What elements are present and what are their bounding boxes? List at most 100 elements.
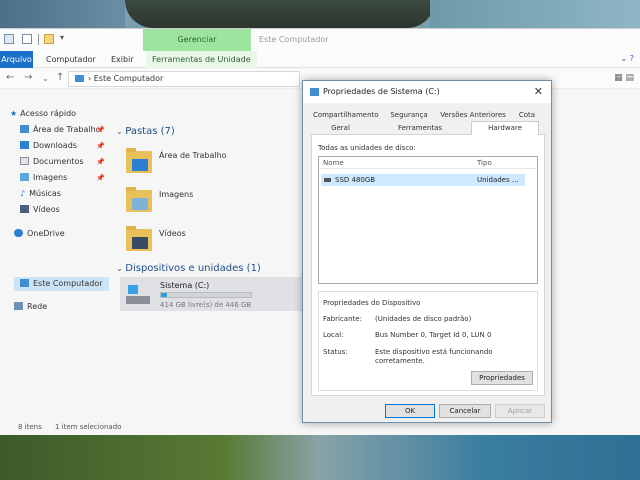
folder-videos-icon[interactable] <box>126 226 152 251</box>
navigation-pane: ★ Acesso rápido Área de Trabalho 📌 Downloa… <box>0 90 112 420</box>
drive-usage-bar <box>160 292 252 298</box>
tab-sharing[interactable]: Compartilhamento <box>313 109 379 122</box>
sidebar-item-label: Rede <box>27 302 48 311</box>
devices-group-header[interactable]: ⌄ Dispositivos e unidades (1) <box>116 263 261 274</box>
drive-usage-fill <box>161 293 168 297</box>
sidebar-item-downloads[interactable]: Downloads 📌 <box>20 139 105 153</box>
manufacturer-value: (Unidades de disco padrão) <box>375 315 472 323</box>
list-item[interactable]: SSD 480GB Unidades ... <box>321 174 525 186</box>
windows-drive-icon <box>126 283 152 305</box>
sidebar-item-documents[interactable]: Documentos 📌 <box>20 155 105 169</box>
document-icon <box>20 157 29 165</box>
folder-tab <box>126 226 136 230</box>
devices-header-label: Dispositivos e unidades (1) <box>125 263 261 274</box>
help-icon[interactable]: ? <box>630 54 634 63</box>
explorer-app-icon[interactable] <box>4 34 14 44</box>
folder-label-videos[interactable]: Vídeos <box>159 229 186 238</box>
sidebar-item-onedrive[interactable]: OneDrive <box>14 227 65 241</box>
sidebar-item-label: Imagens <box>33 173 68 182</box>
list-item-type: Unidades ... <box>477 176 519 184</box>
picture-icon <box>20 173 29 181</box>
tab-security[interactable]: Segurança <box>387 109 431 122</box>
sidebar-item-label: Área de Trabalho <box>33 125 101 134</box>
close-icon[interactable]: ✕ <box>534 81 543 103</box>
folders-group-header[interactable]: ⌄ Pastas (7) <box>116 126 175 137</box>
content-pane: ⌄ Pastas (7) Área de Trabalho Imagens Ví… <box>112 90 302 420</box>
sidebar-item-label: Músicas <box>29 189 61 198</box>
properties-button[interactable]: Propriedades <box>471 371 533 385</box>
folder-tab <box>126 187 136 191</box>
sidebar-item-videos[interactable]: Vídeos <box>20 203 60 217</box>
recent-locations-chevron-icon[interactable]: ⌄ <box>42 74 49 83</box>
sidebar-item-label: Documentos <box>33 157 84 166</box>
back-arrow-icon[interactable]: ← <box>6 72 14 83</box>
column-type[interactable]: Tipo <box>477 159 492 167</box>
hardware-panel: Todas as unidades de disco: Nome Tipo SS… <box>311 134 545 396</box>
sidebar-item-desktop[interactable]: Área de Trabalho 📌 <box>20 123 105 137</box>
ribbon-expand-chevron-icon[interactable]: ⌄ ? <box>621 54 635 63</box>
video-icon <box>20 205 29 213</box>
collapse-chevron-icon: ⌄ <box>116 127 126 136</box>
pin-icon: 📌 <box>96 126 105 134</box>
drive-tile-c[interactable]: Sistema (C:) 414 GB livre(s) de 446 GB <box>120 277 302 311</box>
folder-tab <box>126 148 136 152</box>
ok-button[interactable]: OK <box>385 404 435 418</box>
toolbar-separator <box>38 34 39 45</box>
sidebar-item-network[interactable]: Rede <box>14 300 47 314</box>
grid-view-icon[interactable]: ▦ <box>614 73 623 83</box>
status-item-count: 8 itens <box>18 423 42 431</box>
star-icon: ★ <box>10 109 18 118</box>
desktop-background-right <box>430 0 640 28</box>
sidebar-item-label: Este Computador <box>33 279 103 288</box>
tab-computer[interactable]: Computador <box>46 51 96 68</box>
music-icon: ♪ <box>20 189 26 198</box>
tab-hardware[interactable]: Hardware <box>471 121 539 135</box>
customize-qat-chevron-icon[interactable]: ▾ <box>60 33 64 42</box>
drive-body <box>126 296 150 304</box>
folder-desktop-icon[interactable] <box>126 148 152 173</box>
properties-icon[interactable] <box>22 34 32 44</box>
location-value: Bus Number 0, Target Id 0, LUN 0 <box>375 331 492 339</box>
sidebar-item-label: Vídeos <box>33 205 60 214</box>
apply-button[interactable]: Aplicar <box>495 404 545 418</box>
ribbon-context-header: Gerenciar <box>143 29 251 51</box>
status-value-line2: corretamente. <box>375 357 425 365</box>
manufacturer-label: Fabricante: <box>323 315 362 323</box>
new-folder-icon[interactable] <box>44 34 54 44</box>
folder-label-desktop[interactable]: Área de Trabalho <box>159 151 227 160</box>
pin-icon: 📌 <box>96 158 105 166</box>
tab-file[interactable]: Arquivo <box>0 51 33 68</box>
sidebar-item-quick-access[interactable]: ★ Acesso rápido <box>10 107 76 121</box>
desktop-background-ground <box>0 432 640 480</box>
tab-drive-tools[interactable]: Ferramentas de Unidade <box>146 51 257 68</box>
window-right-controls: ▦ ▤ <box>614 73 634 83</box>
sidebar-item-pictures[interactable]: Imagens 📌 <box>20 171 105 185</box>
drive-icon <box>310 88 319 96</box>
location-label: Local: <box>323 331 344 339</box>
up-arrow-icon[interactable]: ↑ <box>56 72 64 83</box>
drives-list[interactable]: Nome Tipo SSD 480GB Unidades ... <box>318 156 538 284</box>
status-label: Status: <box>323 348 348 356</box>
tab-view[interactable]: Exibir <box>111 51 134 68</box>
folder-label-pictures[interactable]: Imagens <box>159 190 193 199</box>
videos-badge <box>132 237 148 249</box>
cancel-button[interactable]: Cancelar <box>439 404 491 418</box>
collapse-chevron-icon: ⌄ <box>116 264 126 273</box>
forward-arrow-icon[interactable]: → <box>24 72 32 83</box>
desktop-badge <box>132 159 148 171</box>
pin-icon: 📌 <box>96 174 105 182</box>
sidebar-item-label: OneDrive <box>27 229 65 238</box>
download-icon <box>20 141 29 149</box>
column-name[interactable]: Nome <box>323 159 344 167</box>
windows-logo <box>128 285 138 294</box>
sidebar-item-music[interactable]: ♪ Músicas <box>20 187 61 201</box>
desktop-background-left <box>0 0 125 28</box>
sidebar-item-this-pc[interactable]: Este Computador <box>14 277 109 291</box>
folder-pictures-icon[interactable] <box>126 187 152 212</box>
list-header: Nome Tipo <box>319 157 537 169</box>
address-field[interactable]: › Este Computador <box>68 71 300 87</box>
folders-header-label: Pastas (7) <box>125 126 175 137</box>
details-view-icon[interactable]: ▤ <box>625 73 634 83</box>
status-selected-count: 1 item selecionado <box>55 423 122 431</box>
dialog-title-bar: Propriedades de Sistema (C:) ✕ <box>303 81 551 103</box>
